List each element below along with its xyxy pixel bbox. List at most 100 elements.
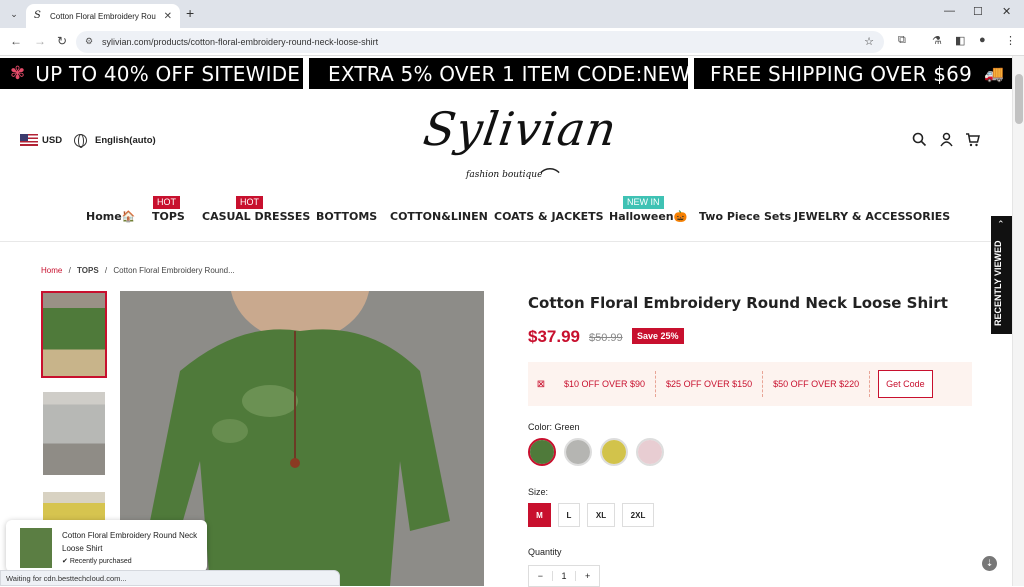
nav-item-jewelry-accessories[interactable]: JEWELRY & ACCESSORIES xyxy=(794,210,950,223)
maximize-icon[interactable]: ☐ xyxy=(973,5,983,18)
minimize-icon[interactable]: — xyxy=(944,5,955,17)
help-chat-icon[interactable]: ⇣ xyxy=(982,556,997,571)
size-option-m[interactable]: M xyxy=(528,503,551,527)
profile-avatar[interactable]: ● xyxy=(979,34,986,46)
breadcrumb-home[interactable]: Home xyxy=(41,266,62,275)
promo-segment-code[interactable]: EXTRA 5% OVER 1 ITEM CODE:NEW5 xyxy=(309,58,703,89)
get-code-button[interactable]: Get Code xyxy=(878,370,933,398)
cart-icon[interactable] xyxy=(965,132,980,151)
tab-title: Cotton Floral Embroidery Rou xyxy=(50,11,156,21)
nav-item-two-piece-sets[interactable]: Two Piece Sets xyxy=(699,210,791,223)
scrollbar-thumb[interactable] xyxy=(1015,74,1023,124)
nav-item-halloween[interactable]: Halloween🎃 xyxy=(609,210,687,223)
address-bar[interactable]: ⚙ sylivian.com/products/cotton-floral-em… xyxy=(76,31,884,53)
language-label: English(auto) xyxy=(95,135,156,146)
coupon-item[interactable]: $10 OFF OVER $90 xyxy=(554,371,657,397)
nav-item-cotton-linen[interactable]: COTTON&LINEN xyxy=(390,210,488,223)
account-icon[interactable] xyxy=(939,132,954,151)
size-option-2xl[interactable]: 2XL xyxy=(622,503,654,527)
promo-segment-discount[interactable]: ✾ UP TO 40% OFF SITEWIDE xyxy=(0,58,303,89)
menu-icon[interactable]: ⋮ xyxy=(1005,34,1016,47)
quantity-input[interactable]: 1 xyxy=(551,571,577,581)
color-swatch-grey[interactable] xyxy=(564,438,592,466)
url-text: sylivian.com/products/cotton-floral-embr… xyxy=(102,37,379,47)
close-tab-icon[interactable]: ✕ xyxy=(164,11,172,22)
browser-status-bar: Waiting for cdn.besttechcloud.com... xyxy=(0,570,340,586)
product-title: Cotton Floral Embroidery Round Neck Loos… xyxy=(528,294,948,312)
site-info-icon[interactable]: ⚙ xyxy=(85,36,93,47)
browser-toolbar: ← → ↻ ⚙ sylivian.com/products/cotton-flo… xyxy=(0,28,1024,56)
recent-purchase-popup[interactable]: Cotton Floral Embroidery Round Neck Loos… xyxy=(6,520,207,572)
new-in-badge: NEW IN xyxy=(623,196,664,209)
nav-item-coats-jackets[interactable]: COATS & JACKETS xyxy=(494,210,604,223)
original-price: $50.99 xyxy=(589,332,623,344)
recently-viewed-tab[interactable]: ⌃ RECENTLY VIEWED xyxy=(991,216,1012,334)
nav-item-home[interactable]: Home🏠 xyxy=(86,210,135,223)
coupon-item[interactable]: $50 OFF OVER $220 xyxy=(763,371,871,397)
logo-wordmark: Sylivian xyxy=(420,102,621,156)
coupon-ticket-icon: ⊠ xyxy=(536,378,546,390)
browser-tab-strip: ⌄ S Cotton Floral Embroidery Rou ✕ + — ☐… xyxy=(0,0,1024,28)
color-swatch-pink[interactable] xyxy=(636,438,664,466)
globe-icon xyxy=(74,134,87,148)
tab-search-icon[interactable]: ⌄ xyxy=(6,6,22,22)
size-option-l[interactable]: L xyxy=(558,503,580,527)
bookmark-star-icon[interactable]: ☆ xyxy=(864,35,874,48)
search-icon[interactable] xyxy=(912,132,927,151)
promo-text: EXTRA 5% OVER 1 ITEM CODE:NEW5 xyxy=(328,61,704,86)
logo-tagline: fashion boutique xyxy=(466,170,543,180)
color-label: Color: Green xyxy=(528,422,580,432)
main-navigation: Home🏠 HOT TOPS HOT CASUAL DRESSES BOTTOM… xyxy=(0,196,1012,228)
promo-banner: ✾ UP TO 40% OFF SITEWIDE EXTRA 5% OVER 1… xyxy=(0,56,1012,92)
color-swatch-green[interactable] xyxy=(528,438,556,466)
breadcrumb-current: Cotton Floral Embroidery Round... xyxy=(113,266,235,275)
nav-item-casual-dresses[interactable]: CASUAL DRESSES xyxy=(202,210,310,223)
site-logo[interactable]: Sylivian fashion boutique ⌒ xyxy=(420,98,620,190)
site-header: USD English(auto) Sylivian fashion bouti… xyxy=(0,92,1012,242)
check-circle-icon: ✔ xyxy=(62,558,70,565)
labs-icon[interactable]: ⚗ xyxy=(932,34,942,47)
quantity-label: Quantity xyxy=(528,547,562,557)
us-flag-icon xyxy=(20,134,38,146)
page-scrollbar[interactable] xyxy=(1012,56,1024,586)
breadcrumb-tops[interactable]: TOPS xyxy=(77,266,99,275)
coupon-strip: ⊠ $10 OFF OVER $90 $25 OFF OVER $150 $50… xyxy=(528,362,972,406)
product-price: $37.99 xyxy=(528,327,580,346)
browser-tab[interactable]: S Cotton Floral Embroidery Rou ✕ xyxy=(26,4,180,28)
close-window-icon[interactable]: ✕ xyxy=(1002,5,1011,18)
currency-label: USD xyxy=(42,134,63,146)
forward-icon[interactable]: → xyxy=(34,34,46,48)
gift-icon: ✾ xyxy=(10,63,26,84)
hanger-icon: ⌒ xyxy=(540,168,560,190)
extensions-icon[interactable]: ⧉ xyxy=(898,34,906,47)
currency-selector[interactable]: USD xyxy=(20,134,62,146)
save-badge: Save 25% xyxy=(632,328,684,344)
coupon-item[interactable]: $25 OFF OVER $150 xyxy=(656,371,764,397)
sidepanel-icon[interactable]: ◧ xyxy=(955,34,965,47)
language-selector[interactable]: English(auto) xyxy=(74,134,156,148)
new-tab-icon[interactable]: + xyxy=(186,5,194,21)
quantity-increase-button[interactable]: + xyxy=(576,571,599,581)
quantity-stepper: − 1 + xyxy=(528,565,600,587)
quantity-decrease-button[interactable]: − xyxy=(529,571,552,581)
site-favicon-icon: S xyxy=(34,10,41,21)
promo-segment-shipping[interactable]: FREE SHIPPING OVER $69 🚚 xyxy=(694,58,1012,89)
nav-item-bottoms[interactable]: BOTTOMS xyxy=(316,210,377,223)
size-label: Size: xyxy=(528,487,549,497)
hot-badge: HOT xyxy=(236,196,263,209)
thumbnail-grey[interactable] xyxy=(41,390,107,477)
popup-product-title: Cotton Floral Embroidery Round Neck Loos… xyxy=(62,531,198,553)
thumbnail-green[interactable] xyxy=(41,291,107,378)
popup-status: ✔ Recently purchased xyxy=(62,557,132,565)
back-icon[interactable]: ← xyxy=(10,34,22,48)
color-swatch-yellow[interactable] xyxy=(600,438,628,466)
nav-item-tops[interactable]: TOPS xyxy=(152,210,185,223)
reload-icon[interactable]: ↻ xyxy=(57,34,67,48)
promo-text: UP TO 40% OFF SITEWIDE xyxy=(35,61,301,86)
truck-icon: 🚚 xyxy=(984,64,1005,83)
promo-text: FREE SHIPPING OVER $69 xyxy=(710,61,973,86)
size-option-xl[interactable]: XL xyxy=(587,503,615,527)
breadcrumb-separator: / xyxy=(104,266,108,275)
popup-status-text: Recently purchased xyxy=(69,558,132,565)
popup-product-image xyxy=(20,528,52,568)
